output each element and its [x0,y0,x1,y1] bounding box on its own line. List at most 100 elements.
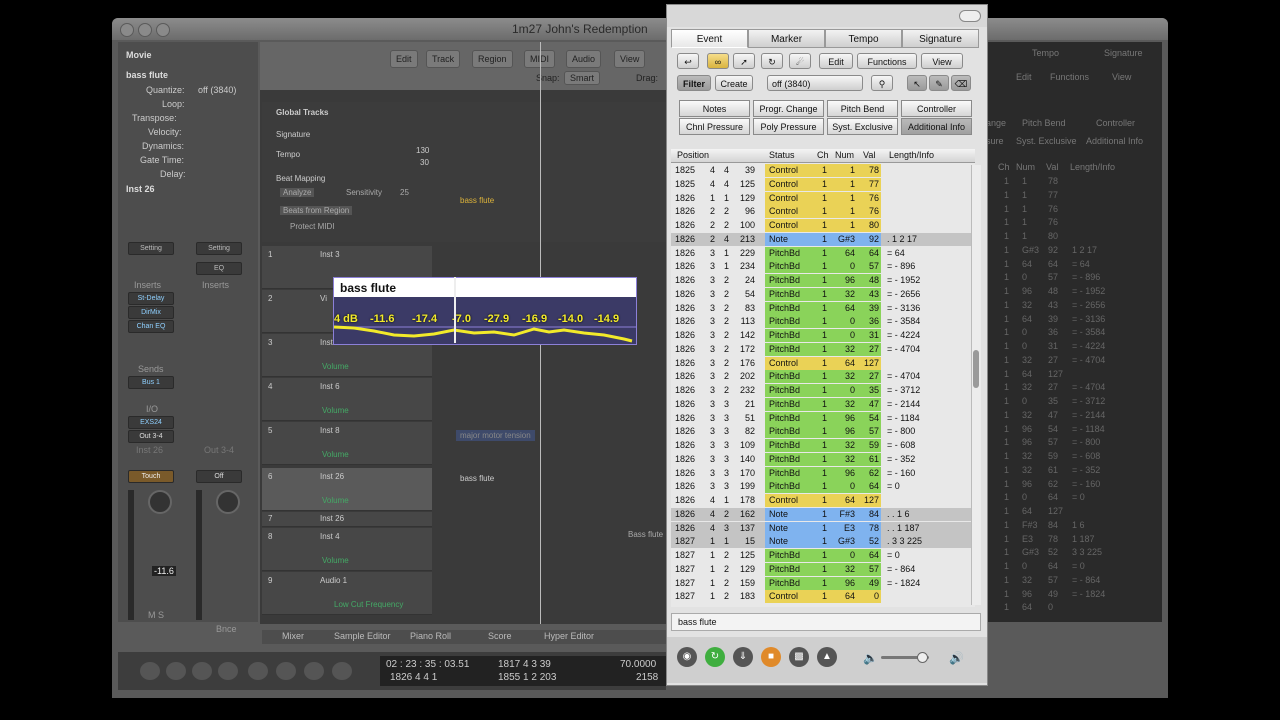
automation-touch-button[interactable]: Touch [128,470,174,483]
col-num[interactable]: Num [835,150,854,160]
table-row[interactable]: 1826 3 3 199 PitchBd 1 0 64 = 0 [671,480,971,494]
filter-program-change[interactable]: Progr. Change [753,100,824,117]
document-icon[interactable]: ▩ [789,647,809,667]
catch-icon[interactable]: ➚ [733,53,755,69]
tab-hyper-editor[interactable]: Hyper Editor [544,631,594,641]
menu-track[interactable]: Track [426,50,461,68]
track-name[interactable]: Inst 6 [320,382,340,391]
tab-marker[interactable]: Marker [748,29,825,48]
setting-button-2[interactable]: Setting [196,242,242,255]
menu-region[interactable]: Region [472,50,513,68]
track-row[interactable]: 9 Audio 1 Low Cut Frequency [262,572,432,615]
beat-mapping-region[interactable]: bass flute [460,196,494,205]
filter-pitch-bend[interactable]: Pitch Bend [827,100,898,117]
pointer-tool-icon[interactable]: ↖ [907,75,927,91]
stop-icon[interactable]: ■ [761,647,781,667]
rewind-button[interactable] [166,662,186,680]
table-row[interactable]: 1826 3 2 54 PitchBd 1 32 43 = - 2656 [671,287,971,301]
menu-audio[interactable]: Audio [566,50,602,68]
inspector-region-name[interactable]: bass flute [126,70,168,80]
sensitivity-value[interactable]: 25 [400,188,409,197]
tab-score[interactable]: Score [488,631,512,641]
track-row-selected[interactable]: 6 Inst 26 Volume [262,468,432,511]
table-row[interactable]: 1826 3 2 232 PitchBd 1 0 35 = - 3712 [671,384,971,397]
table-row[interactable]: 1827 1 1 15 Note 1 G#3 52. 3 3 225 [671,535,971,549]
filter-poly-pressure[interactable]: Poly Pressure [753,118,824,135]
table-row[interactable]: 1826 3 3 140 PitchBd 1 32 61 = - 352 [671,452,971,466]
tab-piano-roll[interactable]: Piano Roll [410,631,451,641]
track-name[interactable]: Audio 1 [320,576,347,585]
menu-edit[interactable]: Edit [819,53,853,69]
right-locator[interactable]: 1855 1 2 203 [498,672,556,683]
track-name[interactable]: Inst 26 [320,514,344,523]
event-list-scrollbar[interactable] [971,165,981,605]
table-row[interactable]: 1826 3 2 113 PitchBd 1 0 36 = - 3584 [671,315,971,329]
protect-midi-checkbox[interactable]: Protect MIDI [290,222,334,231]
automation-parameter[interactable]: Volume [322,406,349,415]
param-quantize-value[interactable]: off (3840) [198,85,236,95]
tab-mixer[interactable]: Mixer [282,631,304,641]
volume-slider-knob[interactable] [917,652,928,663]
table-row[interactable]: 1825 4 4 125 Control 1 1 77 [671,177,971,191]
menu-view[interactable]: View [921,53,963,69]
minimize-button[interactable] [138,23,152,37]
eject-icon[interactable]: ▲ [817,647,837,667]
bass-flute-region[interactable]: bass flute 4 dB -11.6 -17.4 -7.0 -27.9 -… [333,277,637,345]
filter-button[interactable]: Filter [677,75,711,91]
filter-additional-info[interactable]: Additional Info [901,118,972,135]
table-row[interactable]: 1826 4 3 137 Note 1 E3 78 . . 1 187 [671,521,971,535]
table-row[interactable]: 1826 3 2 172 PitchBd 1 32 27 = - 4704 [671,342,971,356]
tempo-display[interactable]: 70.0000 [620,659,656,670]
filter-notes[interactable]: Notes [679,100,750,117]
setting-button[interactable]: Setting [128,242,174,255]
table-row[interactable]: 1826 4 2 162 Note 1 F#3 84 . . 1 6 [671,507,971,521]
table-row[interactable]: 1826 3 2 142 PitchBd 1 0 31 = - 4224 [671,329,971,342]
create-button[interactable]: Create [715,75,753,91]
volume-slider[interactable] [881,652,929,663]
automation-parameter[interactable]: Low Cut Frequency [334,600,403,609]
send-bus-button[interactable]: Bus 1 [128,376,174,389]
region[interactable]: bass flute [460,474,494,483]
back-arrow-icon[interactable]: ↩ [677,53,699,69]
automation-parameter[interactable]: Volume [322,450,349,459]
bounce-button[interactable]: Bnce [216,624,237,634]
table-row[interactable]: 1826 3 3 109 PitchBd 1 32 59 = - 608 [671,439,971,452]
table-row[interactable]: 1826 2 4 213 Note 1 G#3 92 . 1 2 17 [671,232,971,246]
pencil-tool-icon[interactable]: ✎ [929,75,949,91]
filter-channel-pressure[interactable]: Chnl Pressure [679,118,750,135]
mute-solo-buttons[interactable]: M S [148,610,164,620]
table-row[interactable]: 1827 1 2 125 PitchBd 1 0 64 = 0 [671,549,971,562]
link-icon[interactable]: ∞ [707,53,729,69]
table-row[interactable]: 1826 3 3 21 PitchBd 1 32 47 = - 2144 [671,397,971,411]
input-exs-button[interactable]: EXS24 [128,416,174,429]
tab-event[interactable]: Event [671,29,748,48]
insert-slot-3[interactable]: Chan EQ [128,320,174,333]
track-name[interactable]: Inst 8 [320,426,340,435]
table-row[interactable]: 1826 4 1 178 Control 1 64 127 [671,494,971,507]
table-row[interactable]: 1827 1 2 159 PitchBd 1 96 49 = - 1824 [671,576,971,590]
download-icon[interactable]: ⇓ [733,647,753,667]
track-row[interactable]: 7 Inst 26 [262,512,432,527]
tab-tempo[interactable]: Tempo [825,29,902,48]
table-row[interactable]: 1825 4 4 39 Control 1 1 78 [671,164,971,177]
midi-in-icon[interactable]: ↻ [761,53,783,69]
table-row[interactable]: 1826 2 2 100 Control 1 1 80 [671,219,971,232]
track-name[interactable]: Inst 26 [320,472,344,481]
tab-sample-editor[interactable]: Sample Editor [334,631,391,641]
filter-controller[interactable]: Controller [901,100,972,117]
scroll-thumb[interactable] [973,350,979,388]
track-row[interactable]: 5 Inst 8 Volume [262,422,432,465]
zoom-button[interactable] [156,23,170,37]
stop-button[interactable] [248,662,268,680]
col-length-info[interactable]: Length/Info [889,150,934,160]
quantize-select[interactable]: off (3840) [767,75,863,91]
insert-slot-1[interactable]: St-Delay [128,292,174,305]
pan-knob-2[interactable] [216,490,240,514]
eraser-tool-icon[interactable]: ⌫ [951,75,971,91]
track-name[interactable]: Vi [320,294,327,303]
filter-sysex[interactable]: Syst. Exclusive [827,118,898,135]
table-row[interactable]: 1826 3 3 170 PitchBd 1 96 62 = - 160 [671,466,971,480]
automation-parameter[interactable]: Volume [322,556,349,565]
region[interactable]: Bass flute [628,530,663,539]
col-val[interactable]: Val [863,150,875,160]
